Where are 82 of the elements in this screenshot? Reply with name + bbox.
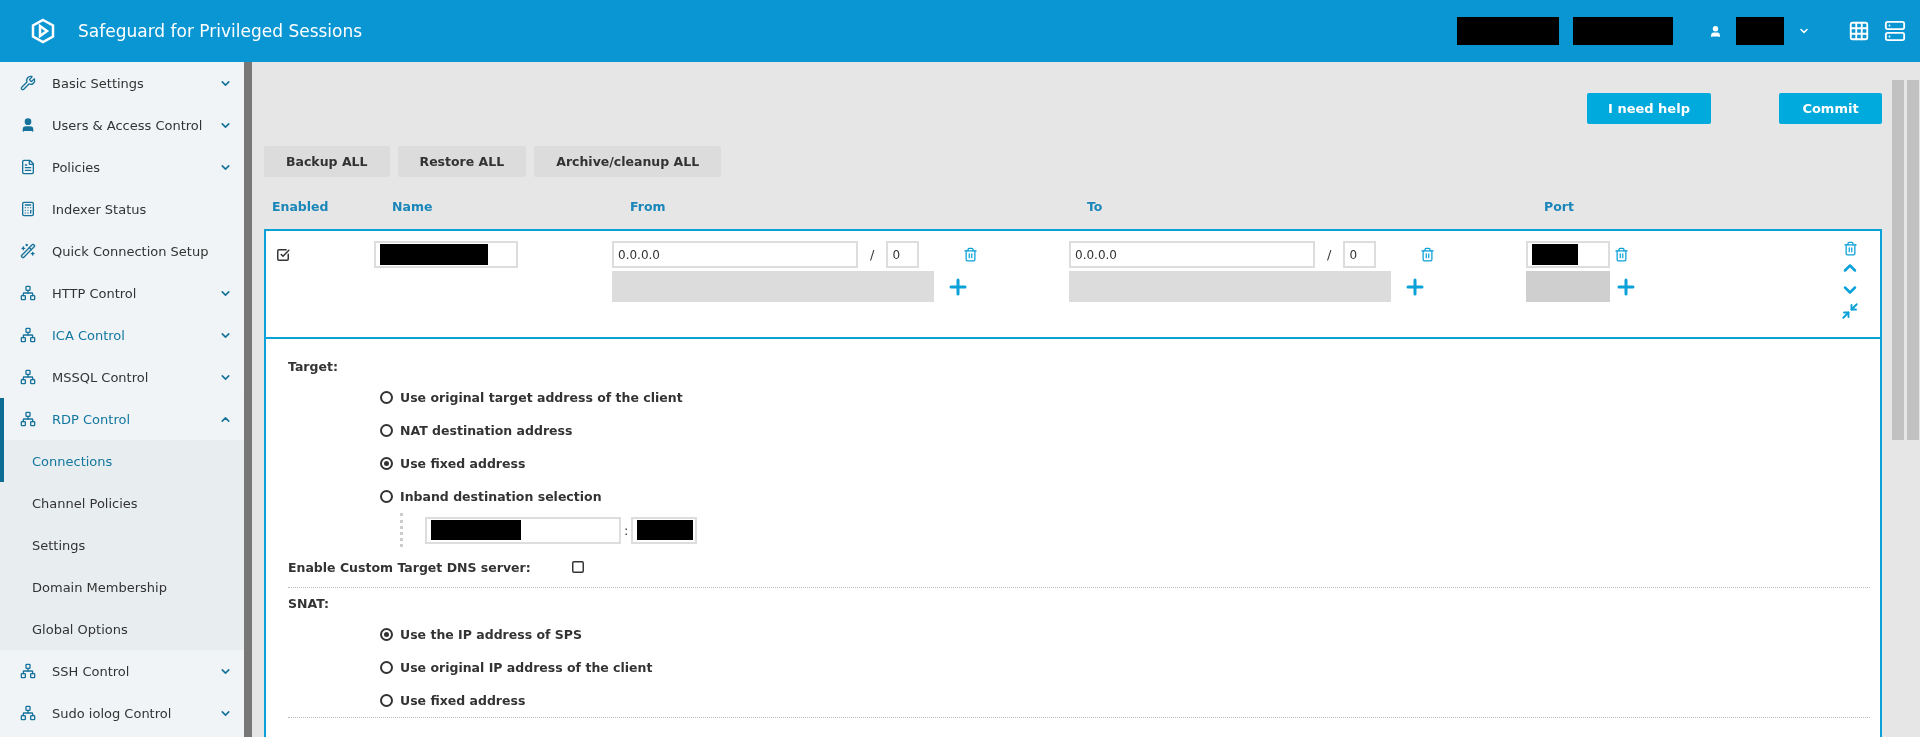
app-title: Safeguard for Privileged Sessions: [78, 21, 364, 41]
wrench-icon: [20, 75, 36, 91]
network-icon: [20, 327, 36, 343]
sidebar-item[interactable]: Basic Settings: [0, 62, 244, 104]
slash-separator: /: [870, 247, 875, 262]
address-field[interactable]: 0.0.0.0: [612, 241, 858, 268]
radio-button[interactable]: [380, 457, 393, 470]
mask-field[interactable]: 0: [1343, 241, 1377, 268]
radio-button[interactable]: [380, 661, 393, 674]
radio-label: Use original IP address of the client: [400, 660, 653, 675]
section-label: SNAT:: [288, 594, 330, 613]
trash-icon[interactable]: [1420, 247, 1436, 262]
radio-button[interactable]: [380, 424, 393, 437]
network-icon: [20, 705, 36, 721]
empty-address-field[interactable]: [612, 271, 934, 302]
radio-button[interactable]: [380, 694, 393, 707]
radio-label: Use fixed address: [400, 456, 526, 471]
logo-icon: [30, 18, 56, 44]
radio-label: Inband destination selection: [400, 489, 602, 504]
sidebar-item[interactable]: Policies: [0, 146, 244, 188]
action-button[interactable]: Backup ALL: [264, 146, 390, 177]
sidebar-item[interactable]: Quick Connection Setup: [0, 230, 244, 272]
user-icon[interactable]: [1709, 24, 1722, 38]
slash-separator: /: [1327, 247, 1332, 262]
scrollbar[interactable]: [1892, 80, 1904, 440]
column-header: Name: [392, 199, 433, 216]
network-icon: [20, 369, 36, 385]
network-icon: [20, 663, 36, 679]
sidebar-item[interactable]: MSSQL Control: [0, 356, 244, 398]
magic-wand-icon: [20, 243, 36, 259]
port-field[interactable]: [631, 516, 698, 544]
redaction-block: [637, 520, 694, 540]
action-button[interactable]: Restore ALL: [397, 146, 527, 177]
sidebar-item[interactable]: Users & Access Control: [0, 104, 244, 146]
column-header: Enabled: [272, 199, 329, 216]
action-button[interactable]: Archive/cleanup ALL: [534, 146, 722, 177]
calculator-icon: [20, 201, 36, 217]
redaction-block: [1532, 244, 1578, 265]
sidebar-item[interactable]: SSH Control: [0, 650, 244, 692]
empty-port-field[interactable]: [1526, 271, 1610, 302]
redaction-block: [1736, 17, 1784, 45]
document-icon: [20, 159, 36, 175]
sidebar-subitem[interactable]: Connections: [0, 440, 244, 482]
mask-field[interactable]: 0: [886, 241, 920, 268]
sidebar-item[interactable]: HTTP Control: [0, 272, 244, 314]
trash-icon[interactable]: [1842, 241, 1858, 256]
section-label: Target:: [288, 357, 339, 376]
network-icon: [20, 411, 36, 427]
radio-button[interactable]: [380, 628, 393, 641]
host-field[interactable]: [425, 516, 621, 544]
network-icon: [20, 285, 36, 301]
port-field[interactable]: [1526, 241, 1610, 268]
address-field[interactable]: 0.0.0.0: [1069, 241, 1315, 268]
user-icon: [20, 117, 36, 133]
trash-icon[interactable]: [963, 247, 979, 262]
radio-button[interactable]: [380, 391, 393, 404]
scrollbar[interactable]: [1907, 80, 1919, 440]
name-field[interactable]: [374, 241, 518, 268]
trash-icon[interactable]: [1614, 247, 1629, 262]
sidebar-subitem[interactable]: Channel Policies: [0, 482, 244, 524]
radio-label: Use the IP address of SPS: [400, 627, 583, 642]
collapse-icon[interactable]: [1841, 302, 1859, 320]
sidebar-subitem[interactable]: Settings: [0, 524, 244, 566]
sidebar-subitem[interactable]: Global Options: [0, 608, 244, 650]
empty-address-field[interactable]: [1069, 271, 1391, 302]
column-header: To: [1087, 199, 1103, 216]
column-header: From: [630, 199, 666, 216]
dns-label: Enable Custom Target DNS server:: [288, 559, 531, 575]
grid-menu-icon[interactable]: [1848, 20, 1870, 42]
sidebar-item[interactable]: Sudo iolog Control: [0, 692, 244, 734]
server-list-icon[interactable]: [1884, 20, 1906, 42]
radio-label: Use fixed address: [400, 693, 526, 708]
radio-label: Use original target address of the client: [400, 390, 683, 405]
sidebar-item[interactable]: Indexer Status: [0, 188, 244, 230]
radio-label: NAT destination address: [400, 423, 573, 438]
sidebar-item[interactable]: ICA Control: [0, 314, 244, 356]
sidebar-subitem[interactable]: Domain Membership: [0, 566, 244, 608]
radio-button[interactable]: [380, 490, 393, 503]
checkbox[interactable]: [570, 560, 585, 574]
checkbox[interactable]: [276, 248, 290, 262]
column-header: Port: [1544, 199, 1574, 216]
colon-separator: :: [624, 522, 629, 538]
